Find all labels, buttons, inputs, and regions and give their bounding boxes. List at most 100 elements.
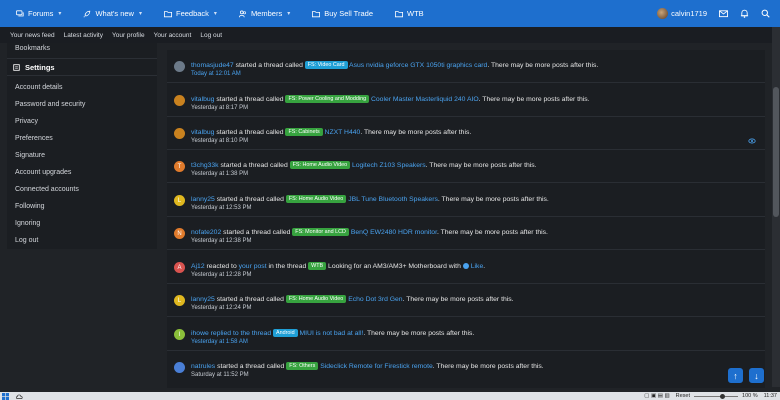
- sidebar-item-account-details[interactable]: Account details: [15, 84, 62, 91]
- sidebar-item-account-upgrades[interactable]: Account upgrades: [15, 169, 71, 176]
- feed-time[interactable]: Yesterday at 1:58 AM: [191, 339, 248, 345]
- thread-prefix-badge[interactable]: FS: Home Audio Video: [289, 161, 351, 169]
- news-feed: thomasjude47 started a thread called FS:…: [167, 50, 765, 388]
- subnav-log-out[interactable]: Log out: [200, 32, 222, 39]
- feed-time[interactable]: Yesterday at 12:53 PM: [191, 205, 251, 211]
- feed-action: started a thread called: [216, 296, 284, 303]
- thread-prefix-badge[interactable]: WTB: [308, 262, 327, 270]
- user-link[interactable]: Aj12: [191, 263, 205, 270]
- user-link[interactable]: t3chg33k: [191, 162, 219, 169]
- thread-prefix-badge[interactable]: FS: Video Card: [304, 61, 348, 69]
- avatar[interactable]: N: [174, 228, 185, 239]
- avatar[interactable]: T: [174, 161, 185, 172]
- feed-line: Aj12 reacted to your post in the thread …: [191, 262, 485, 270]
- sidebar-item-connected-accounts[interactable]: Connected accounts: [15, 186, 79, 193]
- list-item: L lanny25 started a thread called FS: Ho…: [167, 284, 765, 317]
- thread-title-link[interactable]: Asus nvidia geforce GTX 1050ti graphics …: [349, 62, 487, 69]
- user-link[interactable]: vitalbug: [191, 129, 214, 136]
- clock: 11:37: [763, 393, 777, 399]
- nav-buy-sell-trade[interactable]: Buy Sell Trade: [312, 9, 373, 18]
- avatar[interactable]: L: [174, 195, 185, 206]
- scroll-up-button[interactable]: ↑: [728, 368, 743, 383]
- account-area: calvin1719: [657, 0, 770, 27]
- tray-icons: ▢ ▣ ▤ ▥: [644, 393, 670, 399]
- feed-time[interactable]: Yesterday at 12:38 PM: [191, 238, 251, 244]
- thread-prefix-badge[interactable]: FS: Power Cooling and Modding: [285, 95, 370, 103]
- post-link[interactable]: your post: [239, 263, 267, 270]
- thread-title-link[interactable]: BenQ EW2480 HDR monitor: [351, 229, 437, 236]
- nav-forums[interactable]: Forums ▾: [16, 9, 61, 18]
- sidebar-item-bookmarks[interactable]: Bookmarks: [15, 45, 50, 52]
- sidebar-item-preferences[interactable]: Preferences: [15, 135, 53, 142]
- list-item: natrules started a thread called FS: Oth…: [167, 351, 765, 388]
- avatar[interactable]: A: [174, 262, 185, 273]
- thread-title-link[interactable]: NZXT H440: [325, 129, 361, 136]
- user-link[interactable]: nofate202: [191, 229, 221, 236]
- thread-title-link[interactable]: Sideclick Remote for Firestick remote: [320, 363, 433, 370]
- feed-time[interactable]: Yesterday at 12:28 PM: [191, 272, 251, 278]
- nav-members[interactable]: Members ▾: [238, 9, 290, 18]
- feed-suffix: . There may be more posts after this.: [432, 363, 544, 370]
- thread-title-link[interactable]: Looking for an AM3/AM3+ Motherboard with: [328, 263, 461, 270]
- thread-title-link[interactable]: Logitech Z103 Speakers: [352, 162, 426, 169]
- rocket-icon: [83, 10, 91, 17]
- scrollbar[interactable]: [772, 27, 780, 387]
- thread-prefix-badge[interactable]: FS: Cabinets: [285, 128, 323, 136]
- sidebar-item-privacy[interactable]: Privacy: [15, 118, 38, 125]
- list-item: L lanny25 started a thread called FS: Ho…: [167, 183, 765, 217]
- windows-start-icon[interactable]: [2, 392, 9, 400]
- thread-prefix-badge[interactable]: FS: Monitor and LCD: [292, 228, 349, 236]
- thread-prefix-badge[interactable]: FS: Home Audio Video: [285, 295, 347, 303]
- user-link[interactable]: thomasjude47: [191, 62, 234, 69]
- feed-time[interactable]: Yesterday at 8:17 PM: [191, 105, 248, 111]
- thread-title-link[interactable]: Echo Dot 3rd Gen: [348, 296, 402, 303]
- nav-feedback[interactable]: Feedback ▾: [163, 9, 217, 18]
- search-icon[interactable]: [761, 9, 770, 18]
- avatar[interactable]: [657, 8, 669, 19]
- user-link[interactable]: natrules: [191, 363, 215, 370]
- nav-wtb[interactable]: WTB: [395, 9, 424, 18]
- feed-action: started a thread called: [217, 363, 285, 370]
- watch-icon[interactable]: [748, 137, 756, 145]
- sidebar-item-log-out[interactable]: Log out: [15, 237, 38, 244]
- avatar[interactable]: [174, 61, 185, 72]
- avatar[interactable]: [174, 95, 185, 106]
- nav-whats-new[interactable]: What's new ▾: [83, 9, 142, 18]
- zoom-slider[interactable]: [694, 393, 739, 399]
- thread-title-link[interactable]: Cooler Master Masterliquid 240 AIO: [371, 96, 479, 103]
- scrollbar-thumb[interactable]: [773, 87, 779, 217]
- zoom-reset-label[interactable]: Reset: [676, 393, 690, 399]
- thread-prefix-badge[interactable]: FS: Home Audio Video: [285, 195, 347, 203]
- thread-prefix-badge[interactable]: Android: [273, 329, 298, 337]
- sidebar-item-ignoring[interactable]: Ignoring: [15, 220, 40, 227]
- thread-prefix-badge[interactable]: FS: Others: [286, 362, 319, 370]
- username-link[interactable]: calvin1719: [671, 9, 707, 18]
- envelope-icon[interactable]: [719, 9, 728, 18]
- feed-time[interactable]: Today at 12:01 AM: [191, 71, 241, 77]
- feed-time[interactable]: Yesterday at 12:24 PM: [191, 305, 251, 311]
- feed-time[interactable]: Yesterday at 1:38 PM: [191, 171, 248, 177]
- scroll-down-button[interactable]: ↓: [749, 368, 764, 383]
- sidebar-item-password-security[interactable]: Password and security: [15, 101, 85, 108]
- cloud-icon[interactable]: [16, 393, 23, 400]
- user-link[interactable]: lanny25: [191, 296, 215, 303]
- feed-time[interactable]: Saturday at 11:52 PM: [191, 372, 249, 378]
- subnav-your-account[interactable]: Your account: [154, 32, 192, 39]
- user-link[interactable]: lanny25: [191, 196, 215, 203]
- sidebar-item-signature[interactable]: Signature: [15, 152, 45, 159]
- subnav-news-feed[interactable]: Your news feed: [10, 32, 55, 39]
- thread-title-link[interactable]: MIUI is not bad at all!: [300, 330, 364, 337]
- user-link[interactable]: vitalbug: [191, 96, 214, 103]
- bell-icon[interactable]: [740, 9, 749, 18]
- subnav-your-profile[interactable]: Your profile: [112, 32, 145, 39]
- zoom-slider-knob[interactable]: [720, 393, 726, 399]
- sidebar-item-following[interactable]: Following: [15, 203, 45, 210]
- subnav-latest-activity[interactable]: Latest activity: [64, 32, 103, 39]
- avatar[interactable]: L: [174, 295, 185, 306]
- avatar[interactable]: [174, 128, 185, 139]
- feed-time[interactable]: Yesterday at 8:10 PM: [191, 138, 248, 144]
- avatar[interactable]: I: [174, 329, 185, 340]
- avatar[interactable]: [174, 362, 185, 373]
- thread-title-link[interactable]: JBL Tune Bluetooth Speakers: [348, 196, 438, 203]
- user-link[interactable]: ihowe: [191, 330, 209, 337]
